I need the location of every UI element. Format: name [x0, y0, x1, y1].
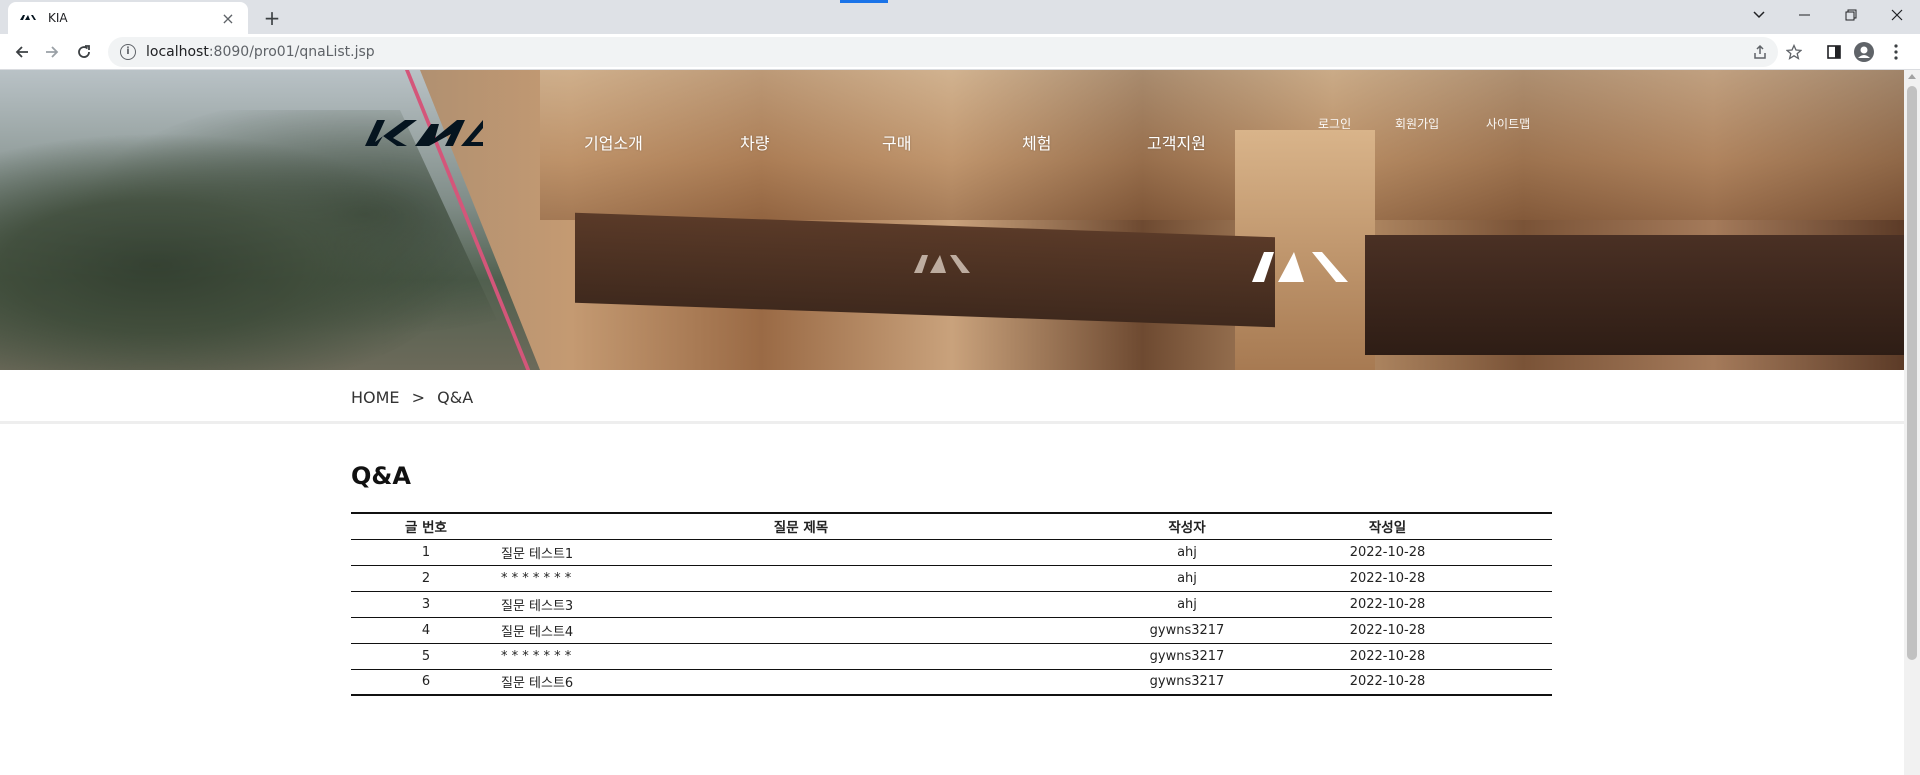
sitemap-link[interactable]: 사이트맵: [1486, 115, 1530, 132]
breadcrumb-home[interactable]: HOME: [351, 388, 400, 407]
minimize-button[interactable]: [1782, 0, 1828, 30]
table-row[interactable]: 3 질문 테스트3 ahj 2022-10-28: [351, 591, 1552, 618]
site-logo[interactable]: [365, 116, 483, 152]
row-date: 2022-10-28: [1273, 643, 1502, 670]
row-date: 2022-10-28: [1273, 591, 1502, 618]
row-title-link[interactable]: * * * * * * *: [501, 565, 1101, 592]
row-writer: gywns3217: [1101, 669, 1273, 696]
row-writer: ahj: [1101, 591, 1273, 618]
table-row[interactable]: 5 * * * * * * * gywns3217 2022-10-28: [351, 643, 1552, 670]
nav-item-experience[interactable]: 체험: [1022, 130, 1051, 154]
row-writer: gywns3217: [1101, 617, 1273, 644]
row-title-link[interactable]: * * * * * * *: [501, 643, 1101, 670]
tab-title: KIA: [48, 11, 68, 25]
arrow-right-icon: [46, 46, 59, 58]
address-bar[interactable]: i localhost:8090/pro01/qnaList.jsp: [108, 37, 1778, 67]
row-title-link[interactable]: 질문 테스트3: [501, 591, 1101, 618]
column-header-title: 질문 제목: [501, 512, 1101, 540]
kebab-menu-icon[interactable]: [1884, 40, 1908, 64]
tab-search-icon[interactable]: [1736, 0, 1782, 30]
close-window-button[interactable]: [1874, 0, 1920, 30]
row-number: 3: [351, 591, 501, 618]
page-viewport: 기업소개 차량 구매 체험 고객지원 로그인 회원가입 사이트맵 HOME > …: [0, 70, 1904, 775]
browser-tab[interactable]: KIA ×: [8, 2, 248, 34]
new-tab-button[interactable]: +: [258, 4, 286, 32]
breadcrumb-current: Q&A: [437, 388, 474, 407]
row-date: 2022-10-28: [1273, 565, 1502, 592]
column-header-spacer: [1502, 512, 1552, 540]
row-title-link[interactable]: 질문 테스트1: [501, 539, 1101, 566]
tab-drag-indicator: [840, 0, 888, 3]
url-host: localhost: [146, 44, 209, 60]
restore-button[interactable]: [1828, 0, 1874, 30]
hero-banner: 기업소개 차량 구매 체험 고객지원 로그인 회원가입 사이트맵: [0, 70, 1904, 370]
reload-icon: [78, 45, 90, 58]
nav-item-company[interactable]: 기업소개: [584, 130, 643, 154]
signup-link[interactable]: 회원가입: [1395, 115, 1439, 132]
page-scrollbar[interactable]: [1904, 70, 1920, 775]
page-title: Q&A: [351, 462, 411, 490]
row-title-link[interactable]: 질문 테스트4: [501, 617, 1101, 644]
table-row[interactable]: 6 질문 테스트6 gywns3217 2022-10-28: [351, 669, 1552, 696]
table-row[interactable]: 1 질문 테스트1 ahj 2022-10-28: [351, 539, 1552, 566]
browser-tab-strip: KIA × +: [0, 0, 1920, 34]
row-number: 4: [351, 617, 501, 644]
arrow-left-icon: [15, 46, 28, 58]
row-number: 1: [351, 539, 501, 566]
reload-button[interactable]: [70, 38, 98, 66]
table-header-row: 글 번호 질문 제목 작성자 작성일: [351, 512, 1552, 540]
row-number: 6: [351, 669, 501, 696]
table-row[interactable]: 2 * * * * * * * ahj 2022-10-28: [351, 565, 1552, 592]
breadcrumb: HOME > Q&A: [351, 388, 480, 407]
url-path: :8090/pro01/qnaList.jsp: [208, 44, 375, 60]
scroll-up-icon[interactable]: [1908, 74, 1916, 79]
forward-button[interactable]: [38, 38, 66, 66]
row-date: 2022-10-28: [1273, 617, 1502, 644]
kia-favicon-icon: [20, 13, 36, 23]
column-header-number: 글 번호: [351, 512, 501, 540]
table-row[interactable]: 4 질문 테스트4 gywns3217 2022-10-28: [351, 617, 1552, 644]
share-icon[interactable]: [1748, 40, 1772, 64]
row-date: 2022-10-28: [1273, 539, 1502, 566]
hero-wall-logo: [1250, 248, 1350, 294]
row-title-link[interactable]: 질문 테스트6: [501, 669, 1101, 696]
browser-toolbar: i localhost:8090/pro01/qnaList.jsp: [0, 34, 1920, 70]
row-number: 5: [351, 643, 501, 670]
row-date: 2022-10-28: [1273, 669, 1502, 696]
nav-item-purchase[interactable]: 구매: [882, 130, 911, 154]
qna-table: 글 번호 질문 제목 작성자 작성일 1 질문 테스트1 ahj 2022-10…: [351, 512, 1552, 696]
back-button[interactable]: [8, 38, 36, 66]
profile-icon[interactable]: [1852, 40, 1876, 64]
close-tab-icon[interactable]: ×: [220, 9, 236, 28]
breadcrumb-separator: >: [411, 388, 426, 407]
scrollbar-thumb[interactable]: [1907, 86, 1917, 660]
star-icon[interactable]: [1782, 40, 1806, 64]
nav-item-support[interactable]: 고객지원: [1147, 130, 1206, 154]
nav-item-vehicles[interactable]: 차량: [740, 130, 769, 154]
row-number: 2: [351, 565, 501, 592]
kia-logo-icon: [365, 120, 483, 146]
row-writer: ahj: [1101, 539, 1273, 566]
column-header-writer: 작성자: [1101, 512, 1273, 540]
login-link[interactable]: 로그인: [1318, 115, 1351, 132]
column-header-date: 작성일: [1273, 512, 1502, 540]
info-icon[interactable]: i: [120, 44, 136, 60]
side-panel-icon[interactable]: [1822, 40, 1846, 64]
hero-counter-right: [1365, 235, 1904, 355]
hero-wall-logo-small: [912, 248, 972, 283]
row-writer: ahj: [1101, 565, 1273, 592]
row-writer: gywns3217: [1101, 643, 1273, 670]
breadcrumb-bar: HOME > Q&A: [0, 370, 1904, 424]
